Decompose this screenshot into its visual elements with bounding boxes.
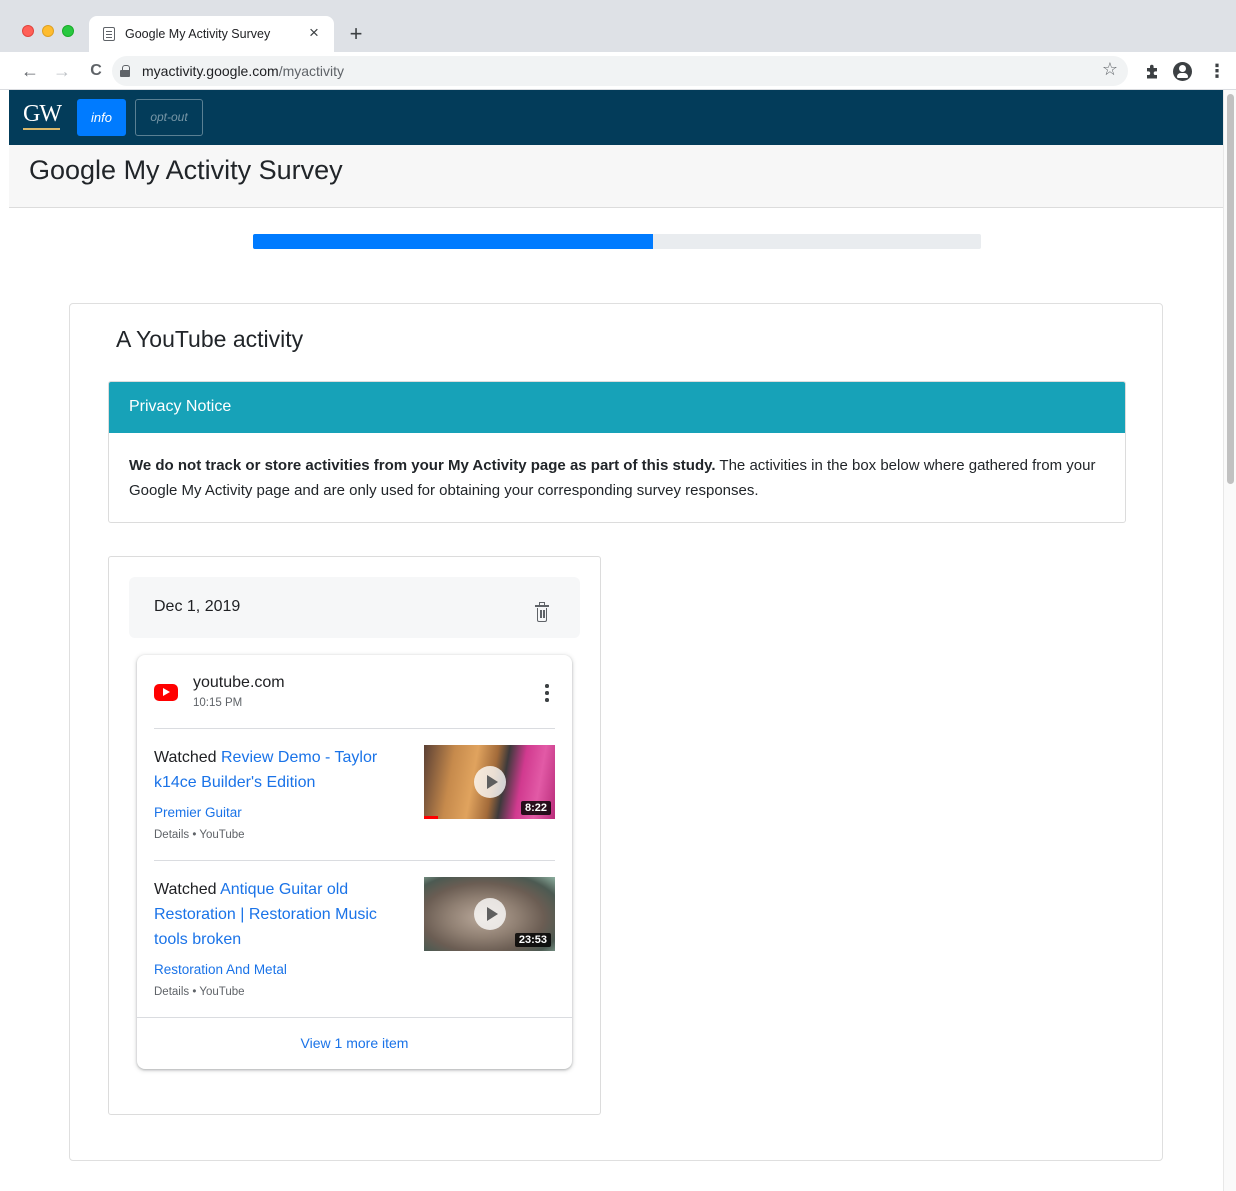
tab-title: Google My Activity Survey: [125, 27, 271, 41]
video-thumbnail[interactable]: 23:53: [424, 877, 555, 951]
channel-link[interactable]: Premier Guitar: [154, 805, 242, 820]
reload-button[interactable]: C: [84, 59, 108, 83]
item-text: Watched Antique Guitar old Restoration |…: [154, 877, 409, 952]
survey-progress-bar: [253, 234, 981, 249]
delete-icon-lid: [539, 602, 545, 605]
url-text: myactivity.google.com/myactivity: [142, 63, 344, 79]
window-zoom-button[interactable]: [62, 25, 74, 37]
forward-button[interactable]: →: [50, 59, 74, 83]
youtube-icon: [154, 684, 178, 701]
list-item: Watched Review Demo - Taylor k14ce Build…: [154, 745, 555, 855]
url-host: myactivity.google.com: [142, 63, 279, 79]
browser-tab-strip: Google My Activity Survey × +: [0, 0, 1236, 52]
privacy-notice-body: We do not track or store activities from…: [109, 433, 1125, 522]
activity-date: Dec 1, 2019: [154, 598, 241, 615]
page-viewport: GW info opt-out Google My Activity Surve…: [9, 90, 1223, 1191]
item-details[interactable]: Details • YouTube: [154, 829, 245, 841]
more-vert-dot: [545, 684, 549, 688]
item-verb: Watched: [154, 749, 221, 766]
app-navbar: GW info opt-out: [9, 90, 1223, 145]
play-icon: [474, 766, 506, 798]
item-details[interactable]: Details • YouTube: [154, 986, 245, 998]
back-button[interactable]: ←: [18, 59, 42, 83]
item-text: Watched Review Demo - Taylor k14ce Build…: [154, 745, 409, 795]
browser-menu-icon[interactable]: ⋮: [1208, 59, 1226, 83]
delete-icon[interactable]: [535, 602, 549, 623]
document-icon: [103, 27, 115, 41]
url-path: /myactivity: [278, 63, 345, 79]
video-duration: 23:53: [514, 933, 551, 947]
privacy-notice-bold: We do not track or store activities from…: [129, 457, 716, 474]
activity-time: 10:15 PM: [193, 697, 243, 709]
page-title: Google My Activity Survey: [29, 155, 343, 185]
play-icon: [474, 898, 506, 930]
divider: [154, 860, 555, 861]
divider: [154, 728, 555, 729]
tab-close-icon[interactable]: ×: [304, 23, 324, 43]
scrollbar-thumb[interactable]: [1227, 94, 1234, 484]
delete-icon-body: [537, 608, 547, 622]
page-header: Google My Activity Survey: [9, 145, 1223, 208]
watch-progress-line: [424, 816, 438, 819]
more-vert-dot: [545, 691, 549, 695]
video-thumbnail[interactable]: 8:22: [424, 745, 555, 819]
list-item: Watched Antique Guitar old Restoration |…: [154, 877, 555, 1007]
window-close-button[interactable]: [22, 25, 34, 37]
activity-site: youtube.com: [193, 674, 285, 691]
window-minimize-button[interactable]: [42, 25, 54, 37]
youtube-activity-card: youtube.com 10:15 PM Watched Review Demo…: [137, 655, 572, 1069]
extensions-icon[interactable]: [1140, 59, 1164, 83]
survey-progress-fill: [253, 234, 654, 249]
star-icon[interactable]: ☆: [1102, 59, 1118, 80]
view-more-button[interactable]: View 1 more item: [137, 1017, 572, 1069]
privacy-notice-heading: Privacy Notice: [109, 382, 1125, 433]
privacy-notice: Privacy Notice We do not track or store …: [108, 381, 1126, 523]
activity-box: Dec 1, 2019 youtube.com 10:15 PM Watched…: [108, 556, 601, 1115]
channel-link[interactable]: Restoration And Metal: [154, 962, 287, 977]
activity-date-bar: Dec 1, 2019: [129, 577, 580, 638]
new-tab-button[interactable]: +: [344, 22, 368, 46]
profile-icon[interactable]: [1173, 62, 1192, 81]
info-nav-button[interactable]: info: [77, 99, 126, 136]
more-vert-dot: [545, 698, 549, 702]
address-bar[interactable]: myactivity.google.com/myactivity ☆: [112, 56, 1128, 86]
browser-toolbar: ← → C myactivity.google.com/myactivity ☆…: [0, 52, 1236, 90]
survey-card: A YouTube activity Privacy Notice We do …: [69, 303, 1163, 1161]
more-vert-icon[interactable]: [537, 683, 557, 703]
gw-logo[interactable]: GW: [23, 102, 62, 130]
video-duration: 8:22: [520, 801, 551, 815]
card-title: A YouTube activity: [116, 326, 304, 352]
item-verb: Watched: [154, 881, 221, 898]
lock-icon: [120, 65, 130, 77]
opt-out-nav-button[interactable]: opt-out: [135, 99, 203, 136]
page-scrollbar[interactable]: [1223, 90, 1236, 1191]
browser-tab-active[interactable]: Google My Activity Survey ×: [89, 16, 334, 52]
